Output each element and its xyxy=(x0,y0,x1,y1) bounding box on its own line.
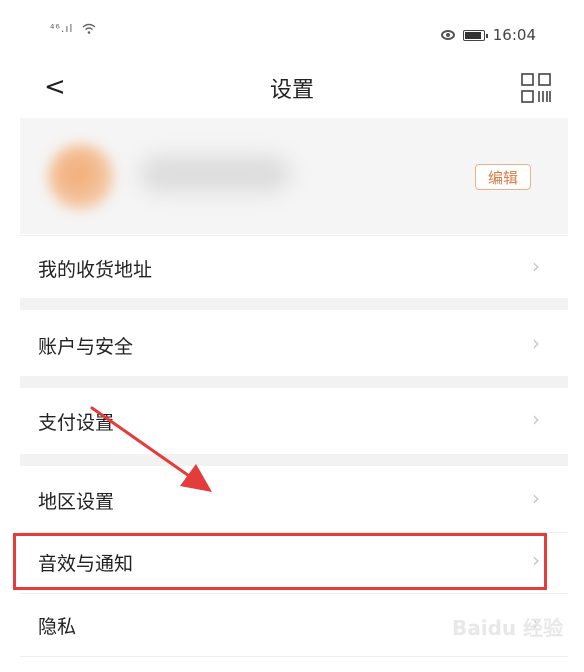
avatar[interactable] xyxy=(48,144,114,210)
eye-icon xyxy=(440,30,455,40)
wifi-icon xyxy=(82,23,96,34)
signal-icon: ⁴⁶.ıl xyxy=(50,22,74,35)
battery-icon xyxy=(462,29,488,41)
section-gap xyxy=(20,376,568,388)
menu-item-label: 支付设置 xyxy=(38,412,115,434)
edit-profile-button[interactable]: 编辑 xyxy=(475,164,531,190)
menu-item-account-security[interactable]: 账户与安全 › xyxy=(20,310,568,376)
menu-item-payment-settings[interactable]: 支付设置 › xyxy=(20,388,568,454)
status-bar: ⁴⁶.ıl 16:04 xyxy=(0,0,584,60)
username-blurred xyxy=(140,156,290,192)
divider xyxy=(20,656,568,657)
app-header: < 设置 xyxy=(0,60,584,114)
status-time: 16:04 xyxy=(492,26,536,44)
profile-card[interactable]: 编辑 xyxy=(20,118,568,234)
menu-item-label: 账户与安全 xyxy=(38,336,134,358)
chevron-right-icon: › xyxy=(532,407,540,431)
chevron-right-icon: › xyxy=(532,254,540,278)
chevron-right-icon: › xyxy=(532,331,540,355)
menu-item-label: 地区设置 xyxy=(38,491,115,513)
section-gap xyxy=(20,454,568,466)
menu-item-region-settings[interactable]: 地区设置 › xyxy=(20,466,568,532)
baidu-watermark: Baidu 经验 xyxy=(452,616,564,640)
menu-item-shipping-address[interactable]: 我的收货地址 › xyxy=(20,236,568,298)
highlight-box-annotation xyxy=(13,533,547,590)
page-title: 设置 xyxy=(269,78,314,103)
status-right: 16:04 xyxy=(440,26,536,44)
signal-wifi-indicator: ⁴⁶.ıl xyxy=(50,22,96,35)
menu-item-label: 隐私 xyxy=(38,616,77,638)
chevron-right-icon: › xyxy=(532,486,540,510)
section-gap xyxy=(20,298,568,310)
menu-item-label: 我的收货地址 xyxy=(38,259,153,281)
qr-code-icon[interactable] xyxy=(520,72,552,104)
